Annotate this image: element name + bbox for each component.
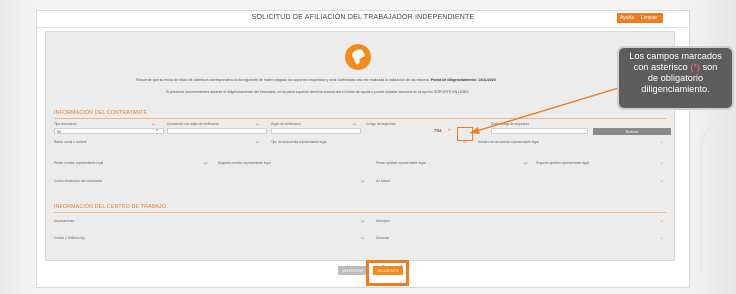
callout-line-4: diligenciamiento. (641, 84, 710, 94)
logo-icon (345, 44, 371, 70)
label-municipio: Municipio (376, 219, 390, 223)
required-mark: * (661, 219, 663, 224)
form-panel: Recuerde que su fecha de inicio de cober… (45, 31, 675, 261)
form-header: SOLICITUD DE AFILIACIÓN DEL TRABAJADOR I… (37, 11, 689, 28)
security-code-input[interactable] (491, 128, 588, 134)
required-mark: * * (152, 122, 155, 127)
clear-button[interactable]: Limpiar (635, 13, 663, 23)
required-mark: * * (256, 122, 259, 127)
required-mark: * (661, 140, 663, 145)
required-mark: * * (361, 179, 364, 184)
section-title-centro-trabajo: INFORMACIÓN DEL CENTRO DE TRABAJO (54, 204, 167, 210)
label-direccion: Dirección (376, 236, 390, 240)
label-correo: Correo electrónico del contratante (54, 179, 103, 183)
help-notice: Si presenta inconvenientes durante el di… (166, 90, 469, 94)
label-razon-social: Razón social o nombre (54, 140, 87, 144)
label-tipo-documento: Tipo documento (54, 122, 77, 126)
previous-button[interactable]: ANTERIOR (338, 266, 368, 275)
label-segundo-nombre-rep: Segundo nombre representante legal (218, 161, 271, 165)
background-decoration (700, 120, 736, 270)
required-mark-highlight (457, 127, 473, 141)
required-mark: * * (353, 122, 356, 127)
required-mark: * * (361, 236, 364, 241)
coverage-notice: Recuerde que su fecha de inicio de cober… (136, 78, 496, 82)
fill-date: Fecha de diligenciamiento: 14/11/2020 (430, 78, 496, 82)
refresh-code-icon[interactable]: ⟳ (448, 128, 451, 132)
label-primer-nombre-rep: Primer nombre representante legal (54, 161, 104, 165)
required-mark: * * (204, 161, 207, 166)
callout-line-1: Los campos marcados (629, 51, 722, 61)
callout-required-mark: (*) (690, 62, 700, 72)
form-title: SOLICITUD DE AFILIACIÓN DEL TRABAJADOR I… (251, 14, 475, 21)
page: SOLICITUD DE AFILIACIÓN DEL TRABAJADOR I… (0, 0, 736, 294)
documento-input[interactable] (167, 128, 267, 134)
security-code: 794 (434, 128, 442, 133)
coverage-notice-text: Recuerde que su fecha de inicio de cober… (136, 78, 430, 82)
tipo-documento-select[interactable]: NIt (54, 128, 164, 134)
label-segundo-apellido-rep: Segundo apellido representante legal (536, 161, 589, 165)
required-mark: * * (256, 140, 259, 145)
digito-verificacion-input[interactable] (271, 128, 361, 134)
required-mark: * (661, 161, 663, 166)
required-mark: * (661, 236, 663, 241)
label-arl-actual: Arl Actual (376, 179, 390, 183)
label-digite-codigo: Digite código de seguridad (491, 122, 529, 126)
label-departamento: Departamento (54, 219, 75, 223)
section-title-contratante: INFORMACIÓN DEL CONTRATANTE (54, 110, 148, 116)
callout-line-2: con asterisco (*) son (619, 62, 732, 73)
callout-line-2a: con asterisco (633, 62, 688, 72)
callout-line-3: de obligatorio (647, 73, 704, 83)
required-mark: * (661, 179, 663, 184)
required-fields-callout: Los campos marcados con asterisco (*) so… (617, 46, 734, 110)
label-primer-apellido-rep: Primer apellido representante legal (376, 161, 426, 165)
label-tipo-doc-rep: Tipo de documento representante legal (271, 140, 327, 144)
label-celular: Celular o Teléfono fijo (54, 236, 85, 240)
section-divider (54, 118, 666, 119)
search-button[interactable]: Buscar (593, 128, 671, 135)
chevron-down-icon: ▾ (156, 128, 158, 132)
required-mark: * * (361, 219, 364, 224)
label-codigo-seguridad: Código de seguridad (366, 122, 396, 126)
section-divider (54, 212, 666, 213)
label-digito-verificacion: Dígito de verificación (271, 122, 301, 126)
callout-line-2b: son (702, 62, 718, 72)
required-mark: * * (524, 161, 527, 166)
label-documento-digito: Documento con dígito de verificación (167, 122, 220, 126)
next-button-highlight (366, 260, 409, 286)
help-button[interactable]: Ayuda (617, 13, 637, 23)
label-num-doc-rep: Número de documento representante legal (478, 140, 539, 144)
form-frame: SOLICITUD DE AFILIACIÓN DEL TRABAJADOR I… (36, 10, 690, 288)
